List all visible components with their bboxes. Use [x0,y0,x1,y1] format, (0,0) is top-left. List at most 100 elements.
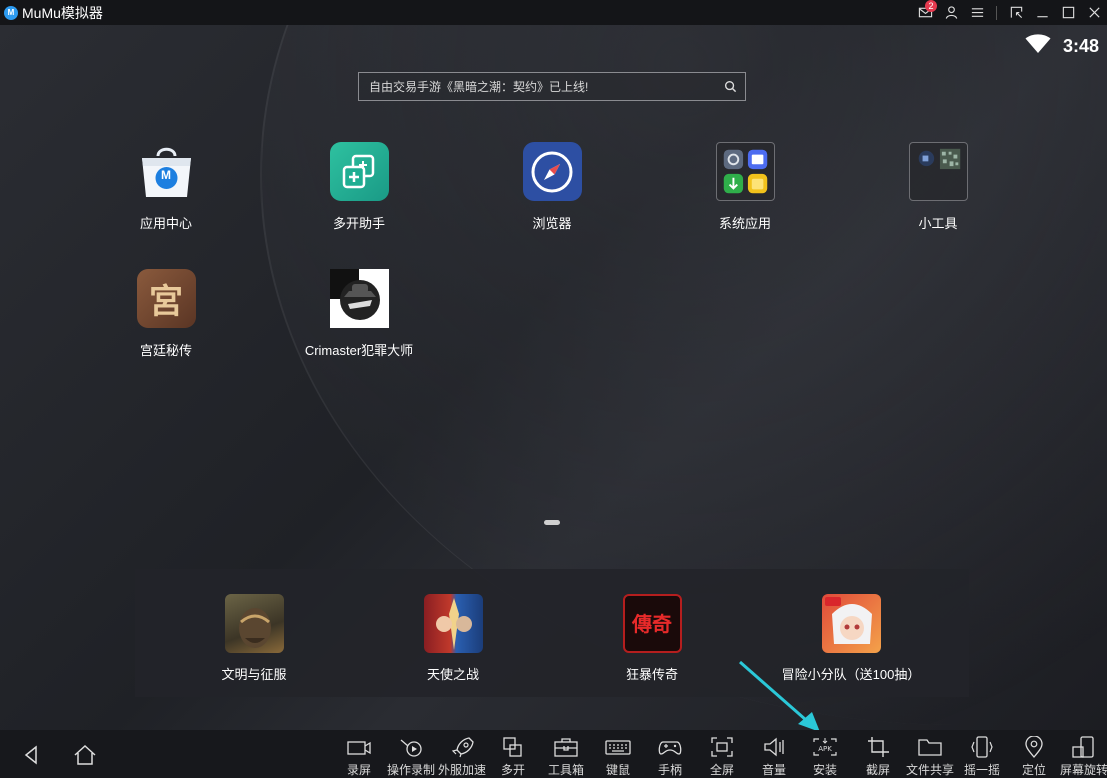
tool-overseas-accel[interactable]: 外服加速 [436,736,488,778]
app-label: 文明与征服 [221,667,287,682]
back-button[interactable] [18,742,44,768]
home-button[interactable] [72,742,98,768]
close-icon [1088,7,1100,18]
close-button[interactable] [1081,0,1107,25]
tool-shake[interactable]: 摇一摇 [956,736,1008,778]
notification-badge: 2 [925,0,937,12]
game-icon: 傳奇 [622,594,682,653]
mumu-logo-icon: M [4,5,18,20]
app-crimaster[interactable]: Crimaster犯罪大师 [299,269,419,359]
app-browser[interactable]: 浏览器 [492,142,612,232]
tool-label: 工具箱 [547,763,584,777]
status-bar: 3:48 [1025,34,1099,59]
tool-location[interactable]: 定位 [1008,736,1060,778]
tool-label: 录屏 [346,763,371,777]
game-icon: 宮 [136,269,196,328]
fullscreen-icon [711,737,733,757]
app-label: 狂暴传奇 [625,667,678,682]
keyboard-icon [605,740,631,755]
tool-label: 截屏 [865,763,890,777]
app-label: 多开助手 [332,216,385,231]
search-icon[interactable] [715,80,745,93]
title-bar: M MuMu模拟器 2 [0,0,1107,25]
app-label: 应用中心 [139,216,192,231]
game-icon [423,594,483,653]
dock-app-berserk-legend[interactable]: 傳奇 狂暴传奇 [592,594,712,683]
multi-window-icon [503,737,522,757]
gamepad-icon [658,741,682,755]
app-label: 宫廷秘传 [139,343,192,358]
search-banner-text: 自由交易手游《黑暗之潮：契约》已上线! [369,80,589,94]
app-label: Crimaster犯罪大师 [304,343,414,358]
minimize-button[interactable] [1029,0,1055,25]
tool-label: 操作录制 [386,763,435,777]
annotation-arrow-icon [739,660,820,730]
berserk-game-glyph: 傳奇 [632,611,672,636]
mail-button[interactable]: 2 [912,0,938,25]
tools-folder-icon [908,142,968,201]
app-center-icon: M [137,142,196,201]
tool-screenshot[interactable]: 截屏 [852,736,904,778]
back-icon [24,745,37,765]
app-label: 天使之战 [426,667,479,682]
minimize-icon [1036,16,1048,18]
volume-icon [764,737,784,757]
app-multi-instance[interactable]: 多开助手 [299,142,419,232]
folder-icon [918,739,942,756]
game-icon [821,594,881,653]
tool-label: 安装 [812,763,837,777]
toolbox-icon [554,738,578,757]
app-label: 小工具 [918,216,958,231]
maximize-button[interactable] [1055,0,1081,25]
tool-record-screen[interactable]: 录屏 [333,736,385,778]
app-label: 浏览器 [532,216,572,231]
mini-mode-button[interactable] [1003,0,1029,25]
tool-multi-open[interactable]: 多开 [487,736,539,778]
folder-system-apps[interactable]: 系统应用 [685,142,805,232]
dock-app-civilization[interactable]: 文明与征服 [194,594,314,683]
macro-record-icon [400,739,422,757]
exit-fullscreen-icon [1010,6,1022,19]
app-dock: 文明与征服 天使之战 傳奇 狂暴传奇 冒险小分队（送100抽） [135,569,969,697]
tool-fullscreen[interactable]: 全屏 [696,736,748,778]
tool-gamepad[interactable]: 手柄 [644,736,696,778]
window-controls: 2 [912,0,1107,25]
window-title: MuMu模拟器 [22,4,103,21]
app-palace-secret[interactable]: 宮 宫廷秘传 [106,269,226,359]
browser-compass-icon [522,142,582,201]
app-app-center[interactable]: M 应用中心 [106,142,226,232]
menu-icon [971,8,983,17]
menu-button[interactable] [964,0,990,25]
tool-label: 键鼠 [605,763,630,777]
crop-icon [868,737,889,757]
dock-app-angel-war[interactable]: 天使之战 [393,594,513,683]
tool-volume[interactable]: 音量 [748,736,800,778]
tool-toolbox[interactable]: 工具箱 [540,736,592,778]
app-label: 系统应用 [718,216,771,231]
rocket-icon [451,737,474,758]
tool-label: 多开 [500,763,525,777]
tool-label: 屏幕旋转 [1059,763,1107,777]
tool-label: 全屏 [709,763,734,777]
palace-game-glyph: 宮 [149,282,183,322]
status-clock: 3:48 [1062,36,1099,56]
tool-label: 摇一摇 [963,763,1000,777]
tool-label: 音量 [761,763,786,777]
tool-label: 文件共享 [905,763,954,777]
tool-keyboard-mouse[interactable]: 键鼠 [592,736,644,778]
game-icon [224,594,284,653]
android-screen[interactable]: 3:48 自由交易手游《黑暗之潮：契约》已上线! M 应用中心 多开助手 浏览器… [0,25,1107,730]
tool-file-share[interactable]: 文件共享 [904,736,956,778]
system-apps-folder-icon [715,142,775,201]
search-bar[interactable]: 自由交易手游《黑暗之潮：契约》已上线! [358,72,746,101]
rotate-icon [1072,736,1094,758]
tool-install-apk[interactable]: APK 安装 [799,736,851,778]
app-center-glyph: M [161,168,171,182]
account-button[interactable] [938,0,964,25]
game-icon [329,269,389,328]
folder-tools[interactable]: 小工具 [878,142,998,232]
tool-label: 外服加速 [437,763,486,777]
tool-label: 手柄 [657,763,682,777]
tool-macro-record[interactable]: 操作录制 [385,736,437,778]
tool-rotate-screen[interactable]: 屏幕旋转 [1058,736,1107,778]
